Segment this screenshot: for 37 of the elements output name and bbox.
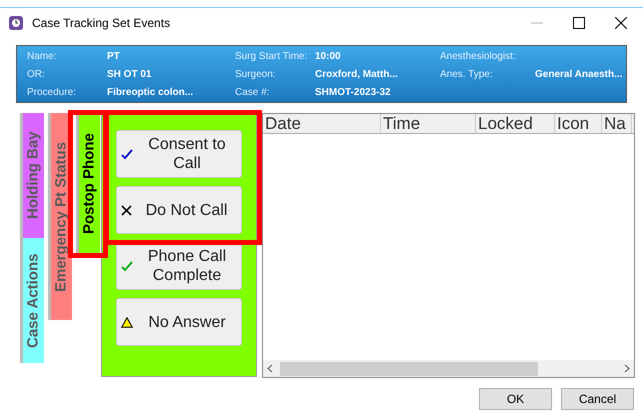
- side-tab[interactable]: Case Actions: [20, 238, 44, 363]
- field-label: Anesthesiologist:: [440, 50, 517, 64]
- horizontal-scrollbar[interactable]: [263, 360, 634, 377]
- field-value: SHMOT-2023-32: [315, 86, 392, 100]
- dialog-button[interactable]: Cancel: [561, 388, 634, 410]
- field-value: Fibreoptic colon...: [107, 86, 194, 100]
- scroll-right-icon[interactable]: [623, 364, 630, 373]
- field-label: Surg Start Time:: [235, 50, 308, 64]
- column-header[interactable]: Locked: [476, 114, 555, 133]
- field-label: OR:: [27, 68, 46, 82]
- column-header[interactable]: Date: [263, 114, 381, 133]
- column-header[interactable]: Na: [602, 114, 632, 133]
- action-button[interactable]: Do Not Call: [116, 186, 242, 234]
- action-button[interactable]: Consent to Call: [116, 130, 242, 178]
- field-label: Procedure:: [27, 86, 77, 100]
- column-header[interactable]: Icon: [555, 114, 602, 133]
- field-value: SH OT 01: [107, 68, 152, 82]
- dialog-button[interactable]: OK: [479, 388, 552, 410]
- warning-icon: [121, 316, 133, 328]
- field-label: Anes. Type:: [440, 68, 494, 82]
- close-icon[interactable]: [615, 17, 627, 29]
- field-label: Name:: [27, 50, 58, 64]
- field-value: PT: [107, 50, 121, 64]
- side-tab[interactable]: Postop Phone: [76, 113, 100, 255]
- maximize-icon[interactable]: [573, 17, 585, 29]
- cross-icon: [121, 204, 132, 216]
- field-value: General Anaesth...: [535, 68, 622, 82]
- field-value: Croxford, Matth...: [315, 68, 399, 82]
- window-title: Case Tracking Set Events: [32, 15, 170, 32]
- column-header[interactable]: Time: [381, 114, 476, 133]
- action-button[interactable]: No Answer: [116, 298, 242, 346]
- field-label: Case #:: [235, 86, 270, 100]
- action-button[interactable]: Phone Call Complete: [116, 242, 242, 290]
- scroll-left-icon[interactable]: [267, 364, 274, 373]
- field-value: 10:00: [315, 50, 342, 64]
- field-label: Surgeon:: [235, 68, 277, 82]
- app-icon: [8, 15, 24, 31]
